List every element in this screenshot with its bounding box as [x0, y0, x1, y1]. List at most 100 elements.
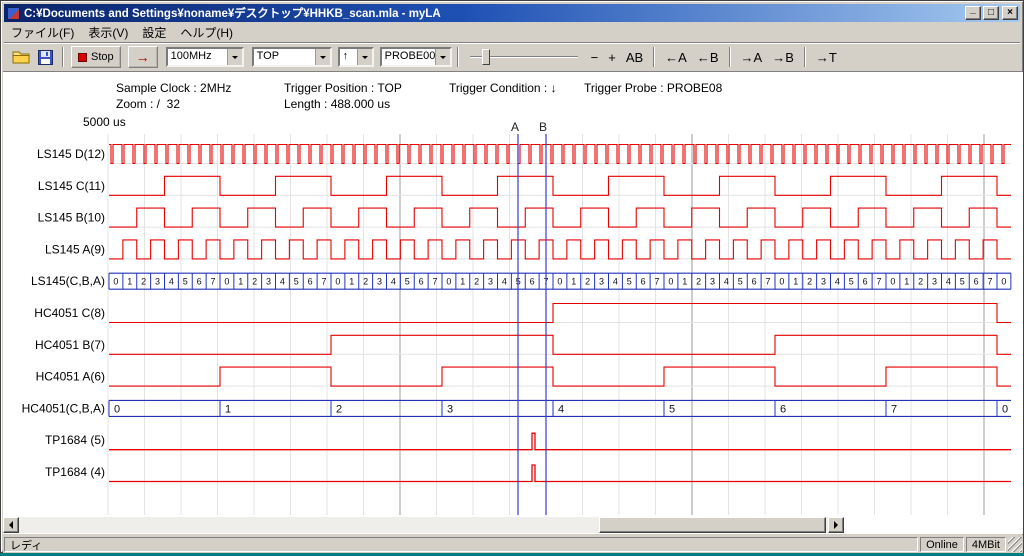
stop-button[interactable]: Stop [71, 46, 121, 68]
bus-value: 3 [599, 277, 604, 287]
app-icon[interactable] [7, 7, 20, 20]
window-title: C:¥Documents and Settings¥noname¥デスクトップ¥… [24, 5, 963, 21]
menu-item-help[interactable]: ヘルプ(H) [173, 22, 240, 43]
bus-value: 5 [627, 277, 632, 287]
bus-value: 0 [224, 277, 229, 287]
resize-grip[interactable] [1008, 537, 1022, 552]
stop-icon [78, 53, 87, 62]
waveform-trace [109, 240, 1011, 259]
waveform-trace [109, 145, 1011, 164]
waveform-plot[interactable]: 0123456701234567012345670123456701234567… [3, 118, 1023, 534]
channel-label: LS145 C(11) [38, 179, 105, 193]
triangle-right-icon [834, 521, 842, 529]
chevron-down-icon [435, 49, 450, 65]
sample-clock-text: Sample Clock : 2MHz [116, 81, 231, 95]
zoom-in-button[interactable]: + [603, 46, 621, 68]
run-button[interactable]: → [128, 46, 158, 68]
bus-value: 1 [127, 277, 132, 287]
open-button[interactable] [9, 46, 33, 68]
channel-label: TP1684 (4) [45, 465, 105, 479]
bus-value: 6 [863, 277, 868, 287]
waveform-trace [109, 433, 1011, 450]
bus-value: 4 [280, 277, 285, 287]
channel-label: HC4051 A(6) [36, 370, 105, 384]
bus-value: 3 [932, 277, 937, 287]
probe-value: PROBE00 [382, 49, 435, 65]
ab-button[interactable]: AB [621, 46, 648, 68]
bus-value: 1 [225, 404, 231, 416]
close-button[interactable]: × [1002, 6, 1018, 20]
bus-value: 3 [488, 277, 493, 287]
bus-value: 5 [960, 277, 965, 287]
bus-value: 5 [738, 277, 743, 287]
zoom-slider[interactable] [470, 47, 578, 67]
bus-value: 2 [363, 277, 368, 287]
waveform-panel: Sample Clock : 2MHz Trigger Position : T… [3, 71, 1023, 534]
goto-a-button[interactable]: ←A [660, 46, 692, 68]
bus-value: 0 [446, 277, 451, 287]
toolbar: Stop → 100MHz TOP ↑ PROBE00 − + AB ←A ←B [4, 42, 1020, 71]
scrollbar-thumb[interactable] [599, 517, 826, 533]
save-icon [38, 50, 53, 65]
toolbar-separator [457, 47, 459, 67]
title-bar[interactable]: C:¥Documents and Settings¥noname¥デスクトップ¥… [4, 4, 1020, 22]
zoom-out-button[interactable]: − [586, 46, 604, 68]
save-button[interactable] [33, 46, 57, 68]
bus-value: 6 [641, 277, 646, 287]
bus-value: 7 [891, 404, 897, 416]
bus-value: 6 [197, 277, 202, 287]
channel-label: HC4051 C(8) [34, 306, 105, 320]
bus-value: 6 [780, 404, 786, 416]
memory-indicator: 4MBit [966, 537, 1006, 552]
scroll-left-button[interactable] [3, 517, 19, 533]
probe-select[interactable]: PROBE00 [380, 47, 452, 67]
trigger-probe-text: Trigger Probe : PROBE08 [584, 81, 722, 95]
goto-trigger-button[interactable]: →T [811, 46, 842, 68]
fwd-a-button[interactable]: →A [736, 46, 768, 68]
goto-b-button[interactable]: ←B [692, 46, 724, 68]
menu-item-view[interactable]: 表示(V) [81, 22, 135, 43]
trigger-edge-select[interactable]: ↑ [338, 47, 374, 67]
maximize-button[interactable]: □ [983, 6, 999, 20]
scrollbar-track[interactable] [19, 517, 828, 533]
clock-select[interactable]: 100MHz [166, 47, 244, 67]
scroll-right-button[interactable] [828, 517, 844, 533]
toolbar-separator [729, 47, 731, 67]
bus-value: 4 [391, 277, 396, 287]
waveform-trace [109, 208, 1011, 227]
trigger-position-select[interactable]: TOP [252, 47, 332, 67]
bus-value: 7 [877, 277, 882, 287]
bus-value: 5 [669, 404, 675, 416]
waveform-trace [109, 176, 1011, 195]
bus-value: 2 [696, 277, 701, 287]
bus-value: 3 [821, 277, 826, 287]
bus-value: 0 [114, 404, 120, 416]
chevron-down-icon [357, 49, 372, 65]
bus-value: 4 [558, 404, 564, 416]
waveform-trace [109, 367, 1011, 386]
bus-value: 4 [613, 277, 618, 287]
h-scrollbar[interactable] [3, 517, 844, 533]
trigger-position-value: TOP [254, 49, 315, 65]
bus-value: 3 [710, 277, 715, 287]
bus-value: 7 [988, 277, 993, 287]
bus-value: 7 [433, 277, 438, 287]
menu-item-file[interactable]: ファイル(F) [4, 22, 81, 43]
bus-value: 0 [1002, 404, 1008, 416]
slider-thumb[interactable] [482, 49, 490, 65]
channel-label: HC4051 B(7) [35, 338, 105, 352]
bus-value: 6 [308, 277, 313, 287]
minimize-button[interactable]: _ [965, 6, 981, 20]
menu-item-settings[interactable]: 設定 [135, 22, 173, 43]
fwd-b-button[interactable]: →B [767, 46, 799, 68]
bus-value: 2 [336, 404, 342, 416]
bus-value: 3 [377, 277, 382, 287]
bus-value: 7 [211, 277, 216, 287]
bus-value: 0 [335, 277, 340, 287]
bus-value: 4 [835, 277, 840, 287]
menu-bar: ファイル(F) 表示(V) 設定 ヘルプ(H) [4, 23, 1020, 41]
bus-value: 2 [474, 277, 479, 287]
bus-value: 1 [904, 277, 909, 287]
triangle-left-icon [5, 521, 13, 529]
cursor-b-label: B [539, 120, 547, 134]
